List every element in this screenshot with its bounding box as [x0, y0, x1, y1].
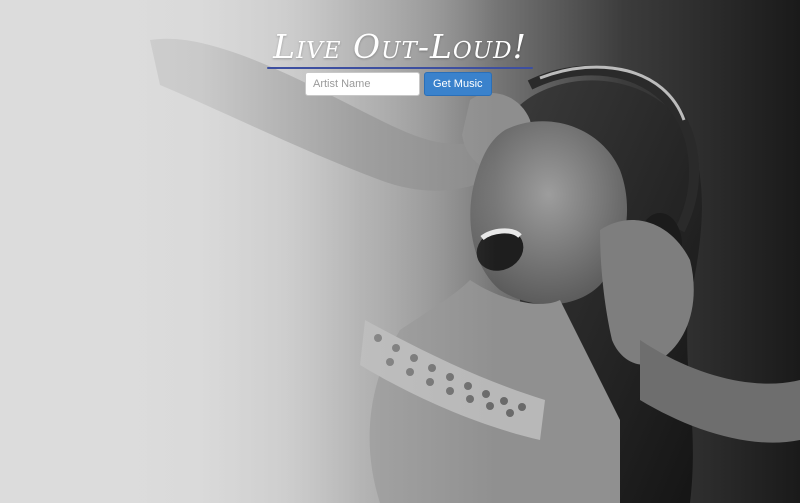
page: Live Out-Loud! Get Music — [0, 0, 800, 503]
logo-text: Live Out-Loud! — [273, 27, 527, 66]
search-form: Get Music — [305, 72, 492, 96]
logo-title[interactable]: Live Out-Loud! — [267, 27, 533, 69]
get-music-button[interactable]: Get Music — [424, 72, 492, 96]
logo-underline — [267, 67, 533, 69]
header: Live Out-Loud! — [0, 27, 800, 69]
artist-name-input[interactable] — [305, 72, 420, 96]
